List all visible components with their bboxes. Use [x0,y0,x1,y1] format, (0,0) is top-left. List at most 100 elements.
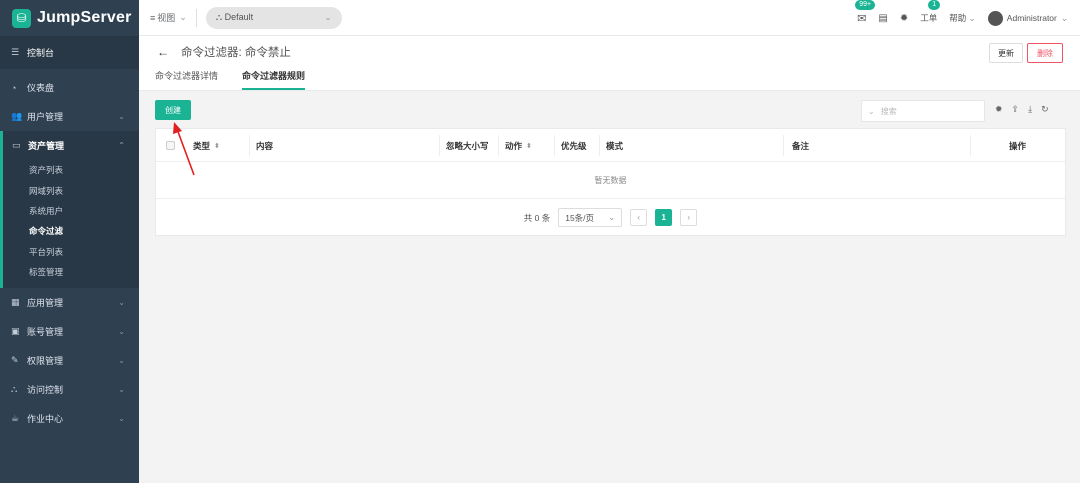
help-menu[interactable]: 帮助 ⌄ [949,12,976,24]
sidebar-item-label: 作业中心 [27,414,64,425]
organization-select[interactable]: ⛬ Default ⌄ [205,6,342,29]
divider [970,135,971,156]
sidebar-item-applications[interactable]: ▦ 应用管理 ⌄ [0,288,139,317]
divider [439,135,440,156]
sitemap-icon: ⛬ [215,12,223,22]
address-book-icon: ▣ [11,326,20,337]
sidebar-item-permissions[interactable]: ✎ 权限管理 ⌄ [0,346,139,375]
page-size-select[interactable]: 15条/页 ⌄ [558,208,623,227]
sitemap-icon: ⛬ [11,384,18,395]
jumpserver-logo-icon: ⛁ [12,8,31,28]
user-name: Administrator [1006,13,1057,23]
chevron-down-icon: ⌄ [118,112,125,121]
refresh-icon[interactable]: ↻ [1041,104,1049,115]
org-name: Default [224,12,254,22]
gear-icon[interactable]: ✹ [900,13,908,24]
table-toolbar: 创建 ⌄ 搜索 ✹ ⇪ ⤓ ↻ [139,91,1080,127]
delete-button[interactable]: 删除 [1027,43,1063,63]
inbox-icon: ▭ [12,140,21,150]
upload-icon[interactable]: ⇪ [1012,104,1020,115]
back-arrow-icon[interactable]: ← [157,45,169,59]
sidebar-item-job-center[interactable]: ☕ 作业中心 ⌄ [0,404,139,433]
chevron-up-icon: ⌃ [118,141,125,150]
divider [783,135,784,156]
brand-name: JumpServer [37,9,132,26]
sidebar-item-label: 账号管理 [27,327,64,338]
dashboard-icon: ◔ [11,82,17,93]
sidebar-item-label: 访问控制 [27,385,64,396]
sidebar-item-label: 资产管理 [28,141,65,151]
prev-page-button[interactable]: ‹ [630,209,648,226]
divider [599,135,600,156]
column-ignore-case: 忽略大小写 [446,140,489,151]
sidebar-item-label: 应用管理 [27,298,64,309]
mail-badge: 99+ [855,0,876,10]
pagination: 共 0 条 15条/页 ⌄ ‹ 1 › [156,199,1065,236]
view-label: 视图 [157,13,176,23]
next-page-button[interactable]: › [680,209,698,226]
grid-icon: ▦ [11,297,20,308]
chevron-down-icon: ⌄ [118,385,125,395]
total-count: 共 0 条 [523,212,551,223]
download-icon[interactable]: ⤓ [1028,104,1032,115]
sidebar-subitem-asset-list[interactable]: 资产列表 [3,160,139,180]
divider [195,8,197,27]
search-input[interactable]: ⌄ 搜索 [861,100,985,122]
sidebar-item-access-control[interactable]: ⛬ 访问控制 ⌄ [0,375,139,404]
chevron-down-icon: ⌄ [968,13,976,23]
view-menu-button[interactable]: ≡ 视图 ⌄ [150,11,187,24]
console-label: 控制台 [27,48,55,58]
chevron-down-icon: ⌄ [324,12,332,22]
tab-bar: 命令过滤器详情 命令过滤器规则 [155,69,306,90]
coffee-icon: ☕ [11,413,20,424]
sidebar-subitem-system-users[interactable]: 系统用户 [3,201,139,221]
sidebar-item-users[interactable]: 👥 用户管理 ⌄ [0,102,139,131]
page-size-value: 15条/页 [565,212,595,223]
sidebar-item-assets[interactable]: ▭ 资产管理 ⌃ [3,131,139,160]
user-menu[interactable]: Administrator ⌄ [987,10,1068,26]
annotation-arrow [173,122,195,176]
main-content: ← 命令过滤器: 命令禁止 更新 删除 命令过滤器详情 命令过滤器规则 创建 ⌄… [139,36,1080,483]
column-priority: 优先级 [561,140,587,151]
chevron-down-icon: ⌄ [118,298,125,308]
sidebar-item-dashboard[interactable]: ◔ 仪表盘 [0,73,139,102]
avatar [987,10,1003,26]
sidebar-item-accounts[interactable]: ▣ 账号管理 ⌄ [0,317,139,346]
sidebar-subitem-label-management[interactable]: 标签管理 [3,262,139,282]
ticket-badge: 1 [928,0,941,10]
edit-icon: ✎ [11,355,19,366]
update-button[interactable]: 更新 [989,43,1023,63]
terminal-icon[interactable]: ▤ [878,13,887,24]
create-button[interactable]: 创建 [155,100,191,120]
column-comment: 备注 [792,140,810,151]
ticket-label: 工单 [920,13,938,23]
sliders-icon: ☰ [11,47,20,57]
page-header: ← 命令过滤器: 命令禁止 更新 删除 命令过滤器详情 命令过滤器规则 [139,36,1080,91]
sort-icon: ⬍ [214,142,220,150]
users-icon: 👥 [11,111,23,121]
chevron-down-icon: ⌄ [118,356,125,366]
page-number-button[interactable]: 1 [655,209,673,226]
tab-filter-detail[interactable]: 命令过滤器详情 [155,69,218,90]
envelope-icon: ✉ [857,12,867,25]
column-content: 内容 [256,140,274,151]
chevron-down-icon: ⌄ [1060,12,1068,23]
ticket-button[interactable]: 工单 1 [920,0,941,24]
settings-icon[interactable]: ✹ [995,104,1003,115]
chevron-down-icon: ⌄ [118,327,125,337]
column-pattern: 模式 [606,140,624,151]
mail-button[interactable]: ✉ 99+ [855,0,876,25]
sidebar-subitem-command-filter[interactable]: 命令过滤 [3,221,139,241]
sidebar-subitem-platform-list[interactable]: 平台列表 [3,242,139,262]
sidebar-subitem-domain-list[interactable]: 网域列表 [3,180,139,200]
table-header: 类型 ⬍ 内容 忽略大小写 动作 ⬍ 优先级 模式 备注 操作 [156,129,1065,162]
rules-table: 类型 ⬍ 内容 忽略大小写 动作 ⬍ 优先级 模式 备注 操作 暂无数据 共 0 条… [155,128,1066,236]
logo[interactable]: ⛁ JumpServer [0,0,139,36]
divider [554,135,555,156]
sidebar-item-label: 权限管理 [27,356,64,367]
sidebar-item-label: 用户管理 [27,112,64,122]
tab-filter-rules[interactable]: 命令过滤器规则 [242,69,306,90]
column-action[interactable]: 动作 ⬍ [505,129,532,162]
sidebar-console[interactable]: ☰ 控制台 [0,36,139,69]
chevron-down-icon: ⌄ [118,414,125,424]
